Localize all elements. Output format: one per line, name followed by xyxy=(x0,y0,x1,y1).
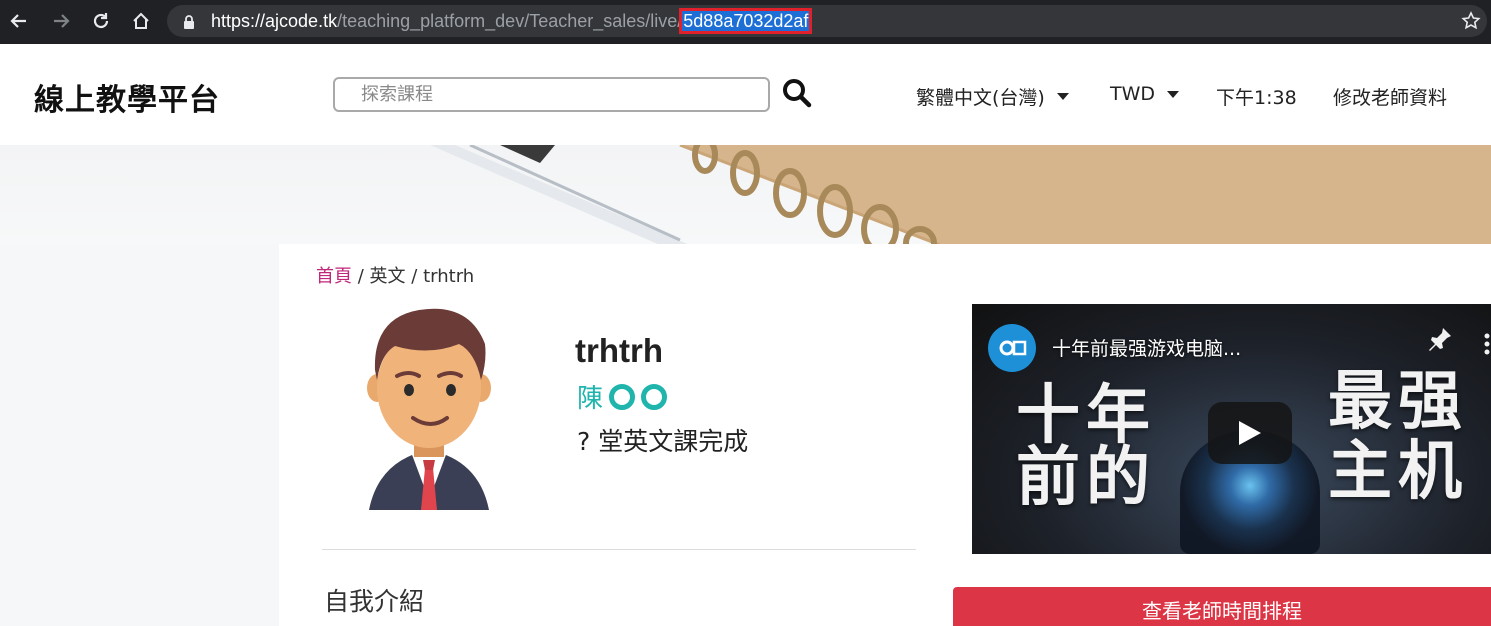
teacher-real-name: 陳 xyxy=(577,378,668,415)
video-overlay-text: 主机 xyxy=(1328,435,1468,509)
lock-icon xyxy=(183,14,195,33)
play-button[interactable] xyxy=(1208,402,1292,464)
clock-time: 下午1:38 xyxy=(1216,87,1297,109)
url-path: /teaching_platform_dev/Teacher_sales/liv… xyxy=(337,11,683,31)
language-dropdown[interactable]: 繁體中文(台灣) xyxy=(916,83,1069,110)
breadcrumb-current: trhtrh xyxy=(423,266,475,287)
site-logo[interactable]: 線上教學平台 xyxy=(34,75,220,119)
video-title[interactable]: 十年前最强游戏电脑... xyxy=(1052,334,1241,361)
breadcrumb-separator: / xyxy=(357,266,364,287)
masked-name-circle-icon xyxy=(609,383,636,410)
more-options-icon[interactable] xyxy=(1483,332,1491,360)
teacher-card: 首頁 / 英文 / trhtrh trhtrh 陳 ? 堂英文課完成 自我介紹 … xyxy=(279,244,1491,626)
search-input[interactable] xyxy=(335,79,768,110)
notebook-pen-illustration xyxy=(430,145,1491,245)
reload-icon[interactable] xyxy=(88,8,114,34)
edit-profile-link[interactable]: 修改老師資料 xyxy=(1333,83,1447,110)
lessons-completed: ? 堂英文課完成 xyxy=(577,427,749,456)
intro-video-player[interactable]: 十年 前的 最强 主机 十年前最强游戏电脑... xyxy=(972,304,1491,554)
breadcrumb-home-link[interactable]: 首頁 xyxy=(316,266,352,287)
teacher-nickname: trhtrh xyxy=(575,332,663,369)
address-bar[interactable]: https://ajcode.tk/teaching_platform_dev/… xyxy=(167,5,1487,37)
play-icon xyxy=(1239,421,1261,445)
url-text[interactable]: https://ajcode.tk/teaching_platform_dev/… xyxy=(211,8,813,34)
currency-label: TWD xyxy=(1110,83,1156,105)
caret-down-icon xyxy=(1056,93,1069,100)
url-host: https://ajcode.tk xyxy=(211,11,338,31)
browser-toolbar: https://ajcode.tk/teaching_platform_dev/… xyxy=(0,0,1491,44)
section-divider xyxy=(322,549,916,550)
channel-logo-icon[interactable] xyxy=(988,324,1036,372)
caret-down-icon xyxy=(1167,90,1180,98)
breadcrumb: 首頁 / 英文 / trhtrh xyxy=(316,262,474,288)
bookmark-star-icon[interactable] xyxy=(1461,11,1481,35)
breadcrumb-category[interactable]: 英文 xyxy=(370,266,406,287)
url-selected-id: 5d88a7032d2af xyxy=(679,8,813,34)
watch-later-pin-icon[interactable] xyxy=(1427,326,1453,356)
view-schedule-button[interactable]: 查看老師時間排程 xyxy=(953,587,1491,626)
self-intro-heading: 自我介紹 xyxy=(324,587,425,616)
site-header: 線上教學平台 繁體中文(台灣) TWD 下午1:38 修改老師資料 xyxy=(0,44,1491,145)
language-label: 繁體中文(台灣) xyxy=(916,87,1045,109)
back-icon[interactable] xyxy=(6,8,32,34)
search-field[interactable] xyxy=(333,77,770,112)
teacher-surname: 陳 xyxy=(577,384,604,414)
hero-banner xyxy=(0,145,1491,245)
currency-dropdown[interactable]: TWD xyxy=(1110,83,1180,105)
forward-icon[interactable] xyxy=(48,8,74,34)
home-icon[interactable] xyxy=(128,8,154,34)
teacher-avatar xyxy=(367,308,491,510)
masked-name-circle-icon xyxy=(641,383,668,410)
breadcrumb-separator: / xyxy=(411,266,418,287)
search-icon[interactable] xyxy=(782,78,812,112)
video-overlay-text: 前的 xyxy=(1016,441,1156,515)
